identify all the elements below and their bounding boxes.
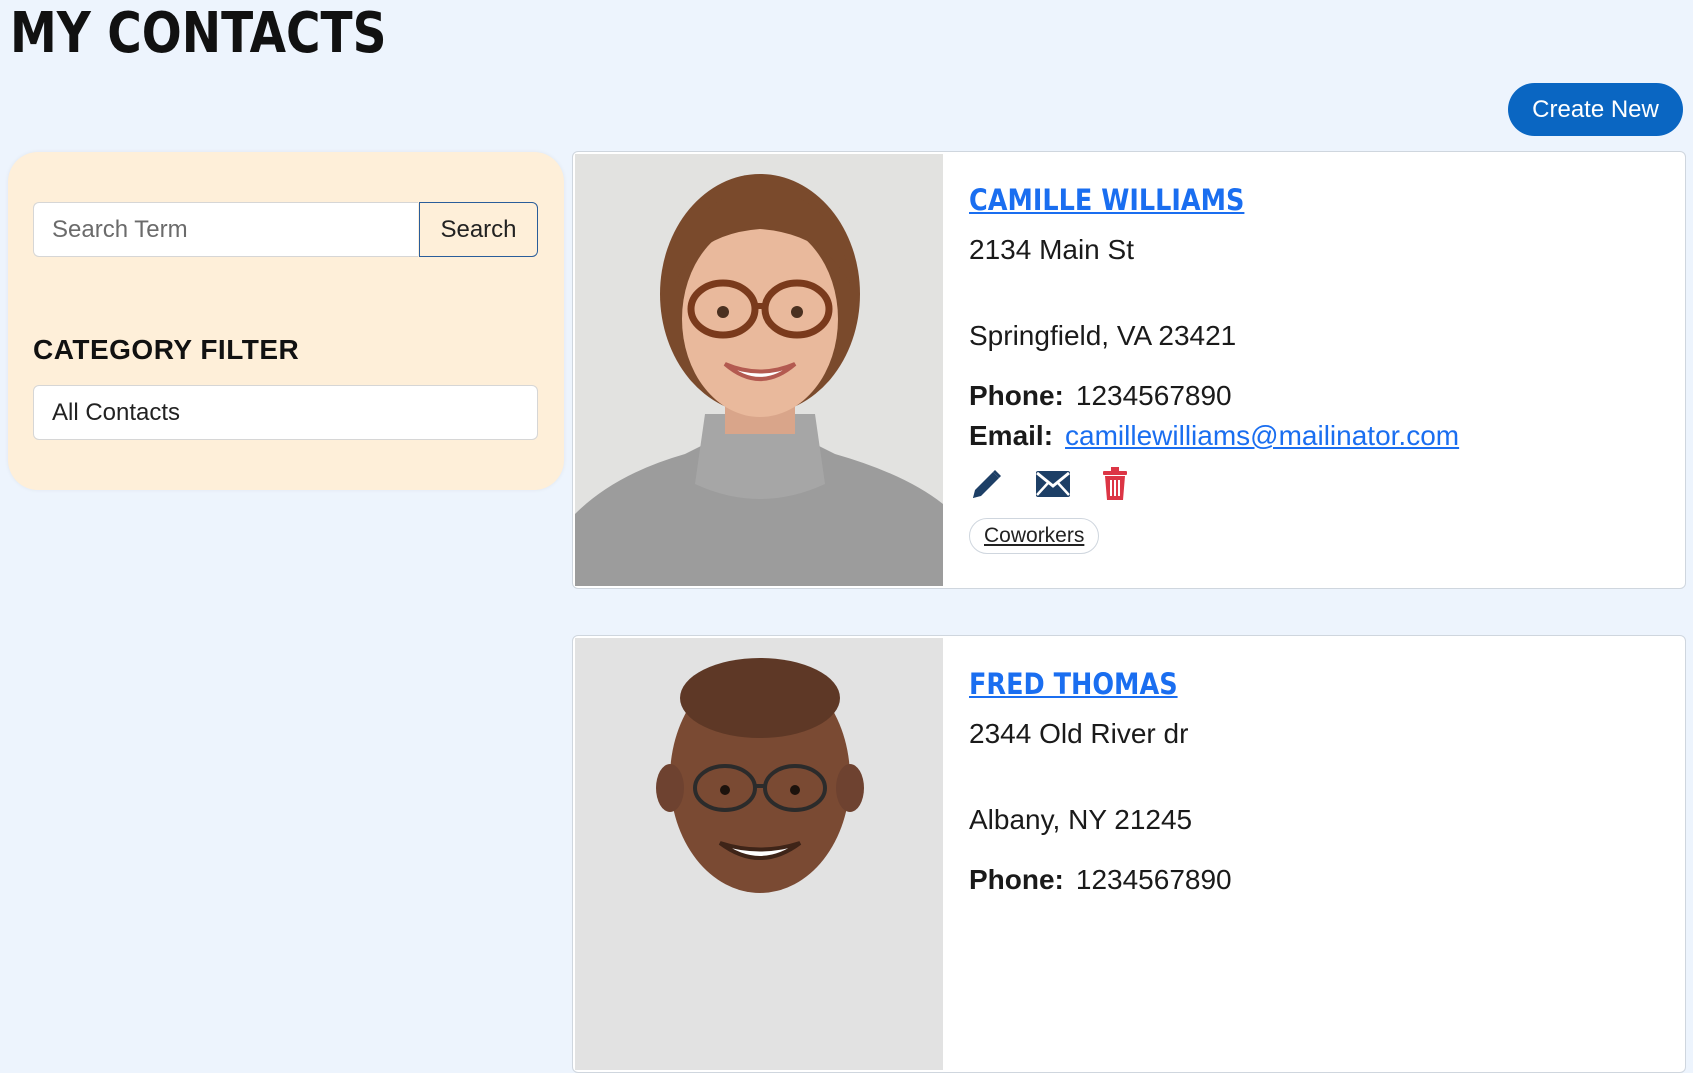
contact-name-link[interactable]: CAMILLE WILLIAMS (969, 180, 1400, 220)
contact-name-link[interactable]: FRED THOMAS (969, 664, 1200, 704)
phone-value: 1234567890 (1075, 864, 1232, 895)
phone-label: Phone: (969, 864, 1064, 895)
contact-address-line1: 2344 Old River dr (969, 718, 1189, 749)
contact-photo (575, 154, 943, 586)
contact-address-line2: Springfield, VA 23421 (969, 320, 1237, 351)
contact-phone-row: Phone: 1234567890 (969, 860, 1232, 900)
contact-phone-row: Phone: 1234567890 (969, 376, 1459, 416)
page-title: MY CONTACTS (10, 1, 387, 66)
category-filter-select[interactable]: All Contacts (33, 385, 538, 440)
phone-value: 1234567890 (1075, 380, 1232, 411)
search-button[interactable]: Search (419, 202, 538, 257)
category-filter-value: All Contacts (52, 398, 181, 426)
contact-card: CAMILLE WILLIAMS 2134 Main St Springfiel… (572, 151, 1686, 589)
email-label: Email: (969, 420, 1054, 451)
contact-email-row: Email: camillewilliams@mailinator.com (969, 416, 1459, 456)
sidebar-panel: Search Term Search CATEGORY FILTER All C… (8, 152, 564, 490)
phone-label: Phone: (969, 380, 1064, 411)
contact-photo (575, 638, 943, 1070)
category-filter-heading: CATEGORY FILTER (33, 334, 300, 365)
envelope-icon[interactable] (1035, 469, 1071, 504)
contact-address-line1: 2134 Main St (969, 234, 1134, 265)
contact-info: CAMILLE WILLIAMS 2134 Main St Springfiel… (969, 172, 1459, 554)
contact-card: FRED THOMAS 2344 Old River dr Albany, NY… (572, 635, 1686, 1073)
search-input[interactable]: Search Term (33, 202, 418, 257)
contact-info: FRED THOMAS 2344 Old River dr Albany, NY… (969, 656, 1232, 900)
edit-icon[interactable] (969, 466, 1005, 507)
contact-actions (969, 464, 1459, 508)
contact-address-line2: Albany, NY 21245 (969, 804, 1193, 835)
create-new-button[interactable]: Create New (1508, 83, 1683, 136)
category-tag[interactable]: Coworkers (969, 518, 1100, 554)
search-placeholder: Search Term (52, 215, 188, 243)
trash-icon[interactable] (1101, 466, 1129, 506)
email-link[interactable]: camillewilliams@mailinator.com (1065, 420, 1459, 451)
